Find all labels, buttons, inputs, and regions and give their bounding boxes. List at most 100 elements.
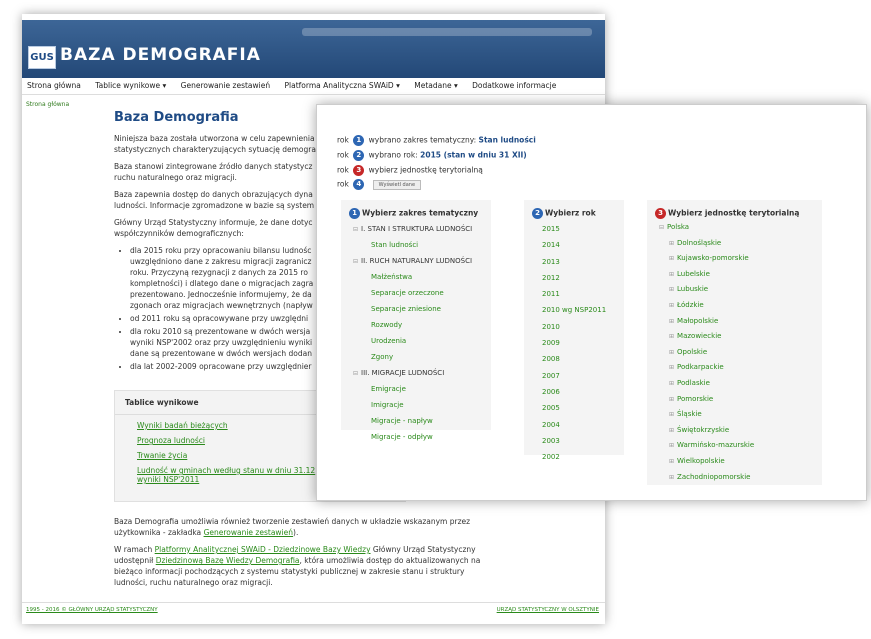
- theme-item[interactable]: Separacje zniesione: [353, 305, 491, 321]
- text-line: wyniki NSP'2002 oraz przy uwzględnieniu …: [130, 338, 313, 347]
- territory-item[interactable]: ⊞ Podkarpackie: [659, 363, 822, 379]
- section-item[interactable]: ⊟ III. MIGRACJE LUDNOŚCI: [353, 369, 491, 385]
- menu-item-metadane[interactable]: Metadane ▾: [409, 78, 465, 90]
- year-item[interactable]: 2007: [542, 372, 624, 388]
- theme-item[interactable]: Migracje - napływ: [353, 417, 491, 433]
- item-label: Małopolskie: [677, 316, 719, 325]
- year-list: 2015 2014 2013 2012 2011 2010 wg NSP2011…: [524, 225, 624, 469]
- text-line: współczynników demograficznych:: [114, 229, 244, 238]
- theme-item[interactable]: Zgony: [353, 353, 491, 369]
- year-item[interactable]: 2003: [542, 437, 624, 453]
- year-item[interactable]: 2015: [542, 225, 624, 241]
- year-item[interactable]: 2012: [542, 274, 624, 290]
- link-trwanie-zycia[interactable]: Trwanie życia: [137, 451, 187, 460]
- theme-item[interactable]: Separacje orzeczone: [353, 289, 491, 305]
- collapse-icon: ⊟: [353, 258, 359, 265]
- territory-item[interactable]: ⊞ Opolskie: [659, 348, 822, 364]
- territory-item[interactable]: ⊞ Małopolskie: [659, 317, 822, 333]
- item-label: Podkarpackie: [677, 363, 724, 372]
- text-line: Główny Urząd Statystyczny: [372, 545, 476, 554]
- footer-office-link[interactable]: URZĄD STATYSTYCZNY W OLSZTYNIE: [497, 607, 599, 613]
- theme-item[interactable]: Stan ludności: [353, 241, 491, 257]
- item-label: Świętokrzyskie: [677, 425, 730, 434]
- year-item[interactable]: 2011: [542, 290, 624, 306]
- menu-item-generowanie[interactable]: Generowanie zestawień: [176, 78, 277, 90]
- year-item[interactable]: 2004: [542, 421, 624, 437]
- link-ludnosc-gminach[interactable]: Ludność w gminach według stanu w dniu 31…: [137, 466, 315, 475]
- territory-item[interactable]: ⊞ Pomorskie: [659, 395, 822, 411]
- section-item[interactable]: ⊟ I. STAN I STRUKTURA LUDNOŚCI: [353, 225, 491, 241]
- link-ludnosc-gminach-cont[interactable]: wyniki NSP'2011: [137, 475, 199, 484]
- territory-item[interactable]: ⊞ Wielkopolskie: [659, 457, 822, 473]
- section-item[interactable]: ⊟ II. RUCH NATURALNY LUDNOŚCI: [353, 257, 491, 273]
- territory-item-polska[interactable]: ⊟ Polska: [659, 223, 822, 239]
- item-label: III. MIGRACJE LUDNOŚCI: [361, 369, 445, 377]
- text-line: ludności. Informacje zgromadzone w bazie…: [114, 201, 315, 210]
- link-prognoza[interactable]: Prognoza ludności: [137, 436, 205, 445]
- item-label: Lubelskie: [677, 269, 710, 278]
- theme-item[interactable]: Migracje - odpływ: [353, 433, 491, 449]
- expand-icon: ⊞: [669, 301, 675, 309]
- theme-item[interactable]: Emigracje: [353, 385, 491, 401]
- territory-item[interactable]: ⊞ Śląskie: [659, 410, 822, 426]
- year-item[interactable]: 2010: [542, 323, 624, 339]
- breadcrumb[interactable]: Strona główna: [26, 101, 69, 108]
- expand-icon: ⊞: [669, 379, 675, 387]
- year-item[interactable]: 2013: [542, 258, 624, 274]
- year-item[interactable]: 2014: [542, 241, 624, 257]
- step-prefix: rok: [337, 179, 349, 189]
- text-line: uwzględniono dane z zakresu migracji zag…: [130, 257, 312, 266]
- collapse-icon: ⊟: [353, 370, 359, 377]
- show-data-button[interactable]: Wyświetl dane: [372, 179, 422, 190]
- text-line: ludności, ruchu naturalnego oraz migracj…: [114, 578, 273, 587]
- step-value[interactable]: 2015 (stan w dniu 31 XII): [420, 151, 527, 160]
- menu-item-tablice[interactable]: Tablice wynikowe ▾: [90, 78, 173, 90]
- step-number-icon: 2: [353, 150, 365, 161]
- territory-item[interactable]: ⊞ Świętokrzyskie: [659, 426, 822, 442]
- year-item[interactable]: 2006: [542, 388, 624, 404]
- theme-item[interactable]: Małżeństwa: [353, 273, 491, 289]
- step-number-icon: 3: [353, 165, 365, 176]
- expand-icon: ⊞: [669, 255, 675, 263]
- theme-item[interactable]: Urodzenia: [353, 337, 491, 353]
- column-header: 2 Wybierz rok: [524, 200, 624, 225]
- expand-icon: ⊞: [669, 395, 675, 403]
- year-item[interactable]: 2008: [542, 355, 624, 371]
- year-item[interactable]: 2005: [542, 404, 624, 420]
- territory-item[interactable]: ⊞ Dolnośląskie: [659, 239, 822, 255]
- menu-item-home[interactable]: Strona główna: [22, 78, 88, 90]
- theme-item[interactable]: Imigracje: [353, 401, 491, 417]
- step-value[interactable]: Stan ludności: [479, 136, 536, 145]
- footer-copyright[interactable]: 1995 - 2016 © GŁÓWNY URZĄD STATYSTYCZNY: [26, 607, 158, 613]
- territory-item[interactable]: ⊞ Lubelskie: [659, 270, 822, 286]
- link-platforma[interactable]: Platformy Analitycznej SWAiD - Dziedzino…: [155, 545, 371, 554]
- territory-item[interactable]: ⊞ Podlaskie: [659, 379, 822, 395]
- column-header: 1 Wybierz zakres tematyczny: [341, 200, 491, 225]
- territory-item[interactable]: ⊞ Warmińsko-mazurskie: [659, 441, 822, 457]
- link-dziedzinowa[interactable]: Dziedzinową Bazę Wiedzy Demografia: [156, 556, 300, 565]
- expand-icon: ⊞: [669, 473, 675, 481]
- year-item[interactable]: 2002: [542, 453, 624, 469]
- collapse-icon: ⊟: [353, 226, 359, 233]
- item-label: I. STAN I STRUKTURA LUDNOŚCI: [361, 225, 473, 233]
- column-header: 3 Wybierz jednostkę terytorialną: [647, 200, 822, 223]
- step-number-icon: 1: [353, 135, 365, 146]
- paragraph: Baza Demografia umożliwia również tworze…: [114, 517, 471, 537]
- text-line: kompletności) i dlatego dane o migracjac…: [130, 279, 314, 288]
- menu-item-dodatkowe[interactable]: Dodatkowe informacje: [467, 78, 563, 90]
- year-item[interactable]: 2009: [542, 339, 624, 355]
- territory-item[interactable]: ⊞ Lubuskie: [659, 285, 822, 301]
- gus-logo[interactable]: GUS: [28, 46, 56, 69]
- territory-item[interactable]: ⊞ Kujawsko-pomorskie: [659, 254, 822, 270]
- menu-item-platforma[interactable]: Platforma Analityczna SWAiD ▾: [280, 78, 407, 90]
- territory-item[interactable]: ⊞ Zachodniopomorskie: [659, 473, 822, 489]
- year-item[interactable]: 2010 wg NSP2011: [542, 306, 624, 322]
- territory-item[interactable]: ⊞ Łódzkie: [659, 301, 822, 317]
- territory-item[interactable]: ⊞ Mazowieckie: [659, 332, 822, 348]
- link-generowanie[interactable]: Generowanie zestawień: [204, 528, 293, 537]
- year-column: 2 Wybierz rok 2015 2014 2013 2012 2011 20…: [524, 200, 624, 461]
- item-label: Pomorskie: [677, 394, 714, 403]
- link-wyniki-badan[interactable]: Wyniki badań bieżących: [137, 421, 228, 430]
- step-2-summary: rok 2 wybrano rok: 2015 (stan w dniu 31 …: [337, 150, 527, 161]
- theme-item[interactable]: Rozwody: [353, 321, 491, 337]
